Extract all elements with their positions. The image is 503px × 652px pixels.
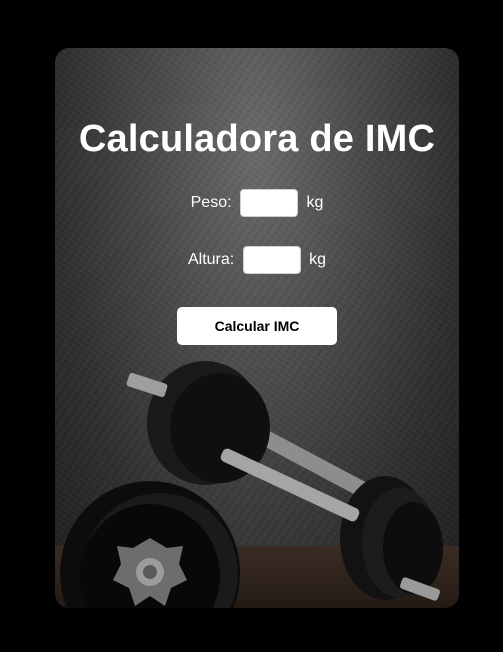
altura-unit: kg: [309, 251, 327, 268]
page-title: Calculadora de IMC: [78, 118, 436, 160]
dumbbell-image: [60, 361, 443, 608]
altura-row: Altura: kg: [55, 245, 459, 275]
peso-label: Peso:: [190, 194, 232, 211]
altura-label: Altura:: [187, 251, 235, 268]
calculate-bmi-button[interactable]: Calcular IMC: [177, 307, 337, 345]
peso-input[interactable]: [240, 189, 298, 217]
calculator-card: Calculadora de IMC Peso: kg Altura: kg C…: [55, 48, 459, 608]
peso-row: Peso: kg: [55, 188, 459, 218]
peso-unit: kg: [306, 194, 324, 211]
altura-input[interactable]: [242, 246, 301, 274]
